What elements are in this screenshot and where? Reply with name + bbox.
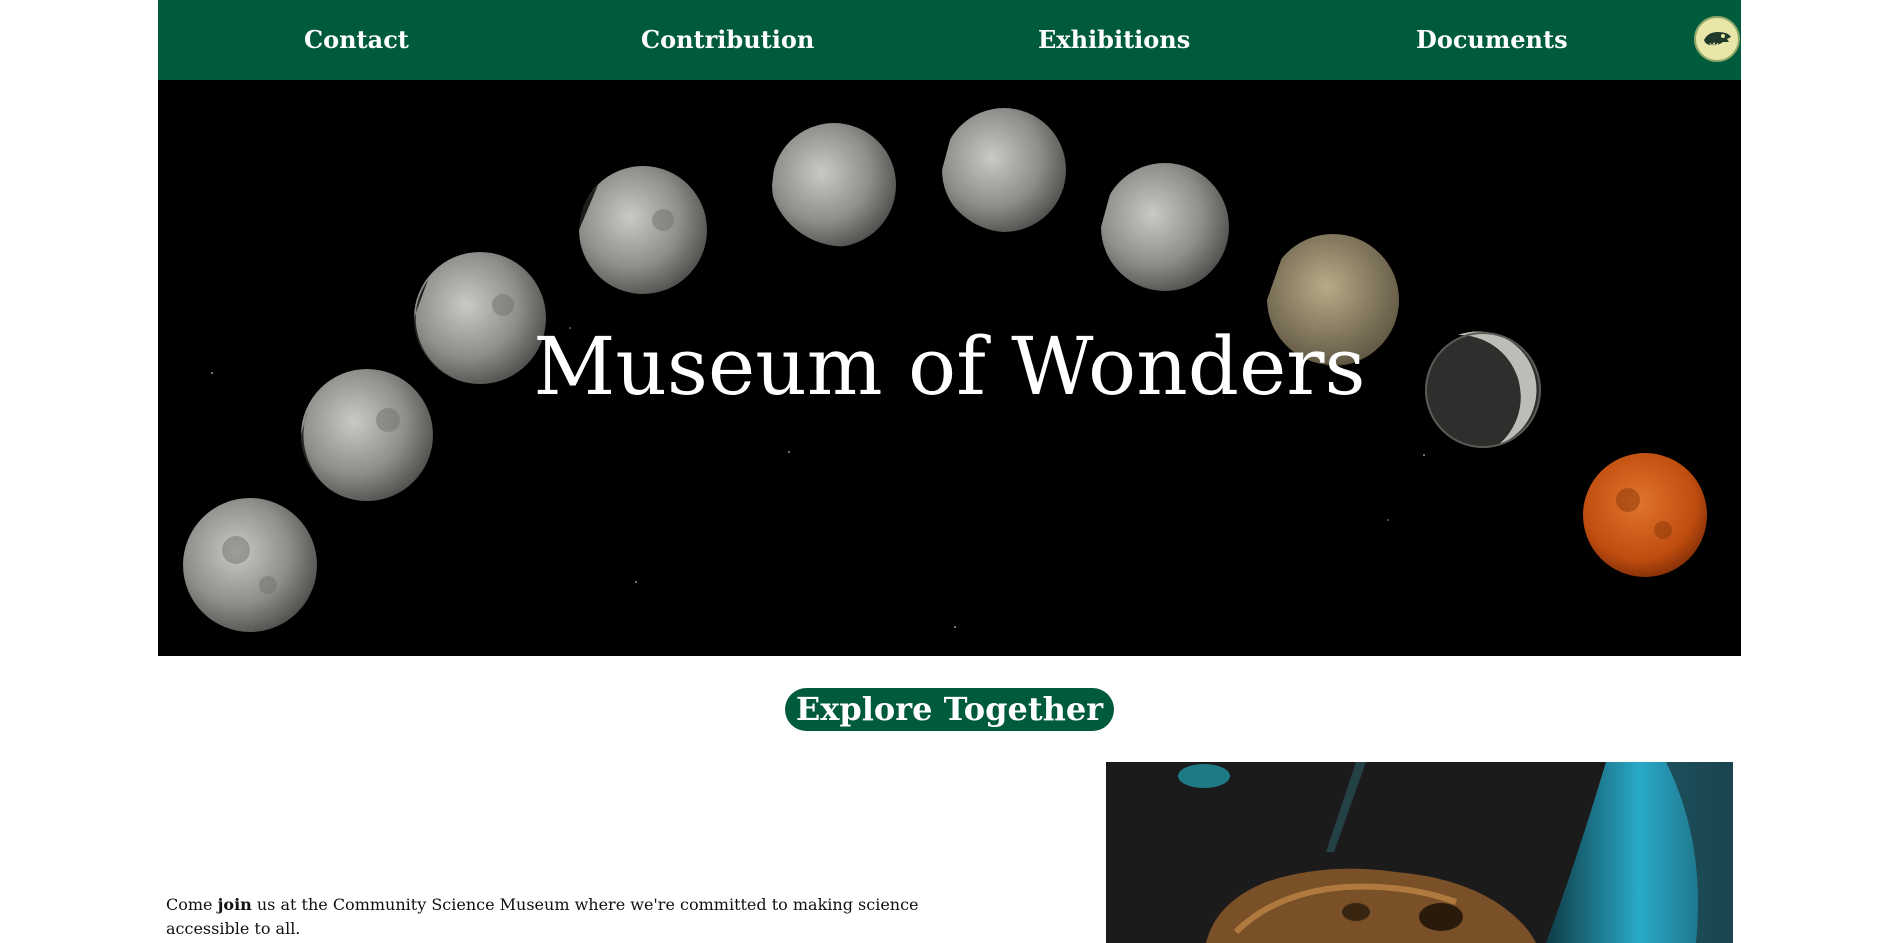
moon-phase-blood-moon (1583, 453, 1707, 577)
intro-paragraph: Come join us at the Community Science Mu… (166, 893, 966, 941)
intro-text-bold: join (217, 895, 252, 914)
nav-link-exhibitions[interactable]: Exhibitions (1038, 0, 1190, 80)
hero-title: Museum of Wonders (533, 320, 1366, 413)
intro-text-end: us at the Community Science Museum where… (166, 895, 919, 938)
nav-link-documents[interactable]: Documents (1416, 0, 1568, 80)
intro-text-start: Come (166, 895, 218, 914)
moon-phase-7 (1081, 163, 1229, 300)
moon-phase-1 (183, 498, 317, 632)
moon-phase-4 (578, 166, 707, 294)
hero-banner: Museum of Wonders (158, 80, 1741, 656)
section-heading: Explore Together (785, 688, 1114, 731)
moon-phase-5 (768, 123, 896, 250)
dinosaur-skull-exhibit-photo (1106, 762, 1733, 943)
page: Contact Contribution Exhibitions Documen… (0, 0, 1899, 943)
dinosaur-skull-logo-icon[interactable] (1694, 16, 1740, 62)
nav-link-contribution[interactable]: Contribution (641, 0, 814, 80)
top-navigation: Contact Contribution Exhibitions Documen… (158, 0, 1741, 80)
nav-link-contact[interactable]: Contact (304, 0, 409, 80)
moon-phase-6 (937, 108, 1066, 235)
